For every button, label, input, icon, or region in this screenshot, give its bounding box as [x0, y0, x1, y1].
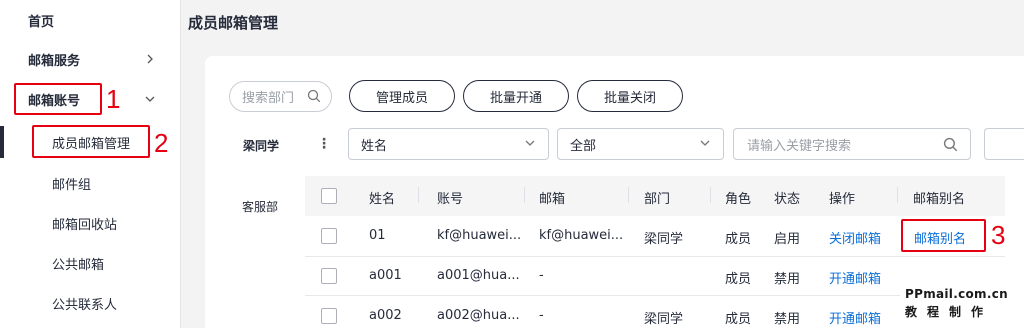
truncated-control[interactable] — [984, 128, 1024, 160]
selected-dept-name: 梁同学 — [243, 139, 280, 153]
column-header-alias: 邮箱别名 — [913, 192, 966, 207]
sidebar-item-label: 公共联系人 — [52, 297, 118, 313]
status-select[interactable]: 全部 — [557, 128, 724, 160]
cell-email: - — [539, 308, 544, 323]
cell-email: - — [539, 268, 544, 283]
sidebar-item-public-mailbox[interactable]: 公共邮箱 — [0, 243, 180, 283]
annotation-box-1 — [14, 83, 102, 115]
close-mailbox-link[interactable]: 关闭邮箱 — [829, 228, 881, 247]
column-divider — [628, 187, 629, 203]
sidebar-item-recycle-bin[interactable]: 邮箱回收站 — [0, 203, 180, 243]
more-options-icon[interactable]: ⋮ — [317, 136, 331, 152]
cell-name: a002 — [369, 308, 402, 323]
row-divider — [305, 256, 1005, 257]
column-divider — [418, 187, 419, 203]
chevron-right-icon — [142, 51, 158, 67]
column-divider — [897, 187, 898, 203]
column-divider — [524, 187, 525, 203]
sidebar-item-label: 首页 — [28, 14, 55, 30]
watermark-url: PPmail.com.cn — [905, 287, 1008, 301]
active-indicator — [0, 126, 4, 158]
batch-close-button[interactable]: 批量关闭 — [577, 80, 683, 112]
cell-name: a001 — [369, 268, 402, 283]
annotation-box-3 — [901, 219, 986, 252]
cell-account: a002@hua... — [437, 308, 520, 323]
chevron-down-icon — [699, 137, 711, 152]
sidebar-item-label: 邮箱回收站 — [52, 217, 118, 233]
annotation-number-3: 3 — [991, 220, 1006, 250]
cell-role: 成员 — [725, 272, 752, 287]
cell-email: kf@huawei... — [539, 228, 624, 243]
cell-status: 禁用 — [774, 272, 801, 287]
column-header-dept: 部门 — [644, 192, 671, 207]
column-header-role: 角色 — [725, 192, 752, 207]
field-select[interactable]: 姓名 — [348, 128, 549, 160]
manage-members-button[interactable]: 管理成员 — [349, 80, 455, 112]
select-all-checkbox[interactable] — [321, 188, 337, 204]
status-select-value: 全部 — [570, 138, 597, 154]
cell-account: a001@hua... — [437, 268, 520, 283]
cell-role: 成员 — [725, 312, 752, 327]
keyword-search-placeholder: 请输入关键字搜索 — [747, 138, 852, 154]
field-select-value: 姓名 — [361, 138, 388, 154]
row-checkbox[interactable] — [321, 268, 337, 284]
dept-tree-item[interactable]: 客服部 — [242, 198, 278, 215]
column-header-action: 操作 — [829, 192, 856, 207]
chevron-down-icon — [524, 137, 536, 152]
dept-search-input[interactable]: 搜索部门 — [229, 81, 332, 112]
dept-search-placeholder: 搜索部门 — [242, 91, 295, 106]
open-mailbox-link[interactable]: 开通邮箱 — [829, 308, 881, 327]
batch-open-button[interactable]: 批量开通 — [463, 80, 569, 112]
row-checkbox[interactable] — [321, 228, 337, 244]
column-header-name: 姓名 — [369, 192, 396, 207]
sidebar: 首页 邮箱服务 邮箱账号 成员邮箱管理 邮件组 邮箱回收站 公共邮箱 公共联系人 — [0, 0, 180, 328]
cell-name: 01 — [369, 228, 386, 243]
open-mailbox-link[interactable]: 开通邮箱 — [829, 268, 881, 287]
column-divider — [710, 187, 711, 203]
sidebar-item-label: 邮箱服务 — [28, 53, 81, 69]
annotation-number-2: 2 — [154, 128, 169, 158]
column-header-email: 邮箱 — [539, 192, 566, 207]
cell-dept: 梁同学 — [644, 312, 684, 327]
watermark-caption: 教程制作 — [905, 305, 994, 319]
cell-status: 启用 — [774, 232, 801, 247]
keyword-search-input[interactable]: 请输入关键字搜索 — [733, 128, 971, 160]
sidebar-divider — [180, 0, 181, 328]
annotation-number-1: 1 — [106, 84, 121, 114]
sidebar-item-label: 公共邮箱 — [52, 257, 105, 273]
search-icon — [943, 137, 958, 156]
annotation-box-2 — [32, 125, 150, 158]
chevron-down-icon — [142, 91, 158, 107]
cell-role: 成员 — [725, 232, 752, 247]
column-header-status: 状态 — [774, 192, 801, 207]
sidebar-item-home[interactable]: 首页 — [0, 0, 180, 40]
search-icon — [307, 89, 321, 107]
sidebar-item-mail-group[interactable]: 邮件组 — [0, 163, 180, 203]
sidebar-item-label: 邮件组 — [52, 177, 92, 193]
cell-status: 禁用 — [774, 312, 801, 327]
cell-account: kf@huawei... — [437, 228, 522, 243]
column-header-account: 账号 — [437, 192, 464, 207]
cell-dept: 梁同学 — [644, 232, 684, 247]
sidebar-item-public-contacts[interactable]: 公共联系人 — [0, 283, 180, 323]
sidebar-item-mail-service[interactable]: 邮箱服务 — [0, 39, 180, 79]
row-checkbox[interactable] — [321, 308, 337, 324]
page-title: 成员邮箱管理 — [188, 14, 279, 32]
